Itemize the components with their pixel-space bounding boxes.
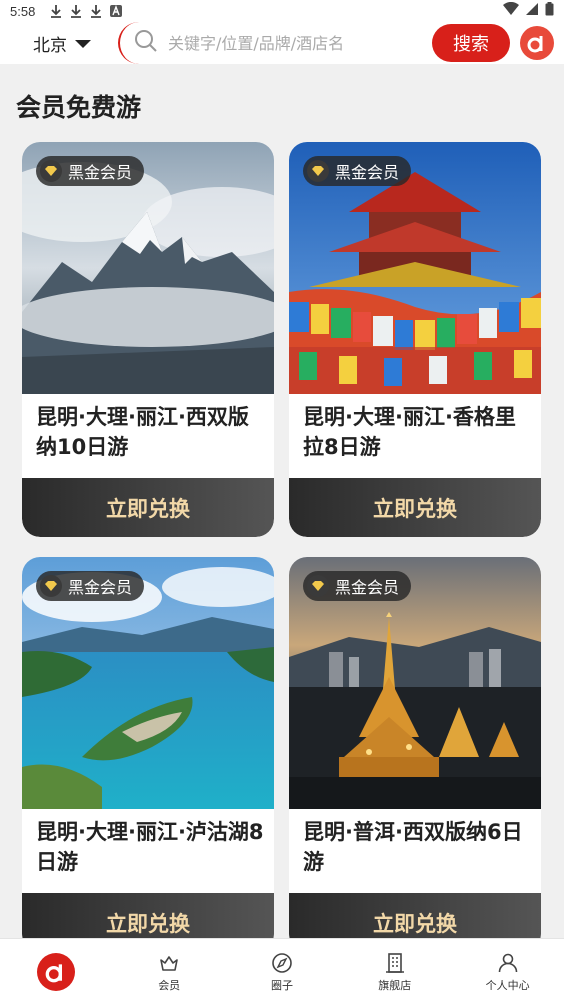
- wifi-icon: [503, 1, 519, 20]
- compass-icon: [270, 951, 294, 975]
- crown-icon: [157, 951, 181, 975]
- product-card[interactable]: 黑金会员 昆明·大理·丽江·西双版纳10日游 立即兑换: [22, 142, 274, 537]
- member-badge: 黑金会员: [303, 571, 412, 601]
- product-card[interactable]: 黑金会员 昆明·大理·丽江·泸沽湖8日游 立即兑换: [22, 557, 274, 938]
- tab-member[interactable]: 会员: [113, 939, 226, 1004]
- card-title: 昆明·大理·丽江·香格里拉8日游: [303, 405, 516, 459]
- battery-icon: [545, 2, 554, 20]
- member-badge: 黑金会员: [36, 571, 145, 601]
- redeem-button[interactable]: 立即兑换: [289, 478, 541, 537]
- tab-label: 旗舰店: [378, 978, 412, 992]
- product-grid: 黑金会员 昆明·大理·丽江·西双版纳10日游 立即兑换 黑金会员 昆明·大理·丽…: [22, 142, 542, 938]
- badge-label: 黑金会员: [335, 578, 400, 597]
- signal-icon: [525, 2, 539, 20]
- gem-icon: [40, 160, 62, 182]
- section-title: 会员免费游: [16, 93, 142, 122]
- notification-a-icon: [109, 4, 123, 18]
- member-badge: 黑金会员: [36, 156, 145, 186]
- tab-circle[interactable]: 圈子: [226, 939, 339, 1004]
- bottom-tab-bar: 会员 圈子 旗舰店 个人中心: [0, 938, 564, 1004]
- city-selector[interactable]: 北京: [33, 31, 91, 56]
- card-title: 昆明·普洱·西双版纳6日游: [303, 820, 523, 874]
- gem-icon: [307, 575, 329, 597]
- home-logo-icon: [37, 952, 76, 991]
- search-input[interactable]: [168, 33, 428, 53]
- tab-profile[interactable]: 个人中心: [451, 939, 564, 1004]
- tab-label: 会员: [158, 978, 181, 992]
- badge-label: 黑金会员: [68, 578, 133, 597]
- app-logo-icon[interactable]: [520, 26, 554, 60]
- search-button[interactable]: 搜索: [432, 24, 510, 62]
- tab-label: 圈子: [270, 978, 293, 992]
- download-icon: [89, 4, 103, 18]
- redeem-button[interactable]: 立即兑换: [289, 893, 541, 938]
- badge-label: 黑金会员: [335, 163, 400, 182]
- tab-label: 个人中心: [485, 978, 530, 992]
- person-icon: [496, 951, 520, 975]
- status-time: 5:58: [10, 3, 36, 19]
- card-title: 昆明·大理·丽江·泸沽湖8日游: [36, 820, 264, 874]
- caret-down-icon: [75, 40, 91, 48]
- status-bar: 5:58: [0, 0, 564, 22]
- redeem-button[interactable]: 立即兑换: [22, 478, 274, 537]
- tab-flagship[interactable]: 旗舰店: [338, 939, 451, 1004]
- product-card[interactable]: 黑金会员 昆明·普洱·西双版纳6日游 立即兑换: [289, 557, 541, 938]
- city-label: 北京: [33, 35, 67, 56]
- product-card[interactable]: 黑金会员 昆明·大理·丽江·香格里拉8日游 立即兑换: [289, 142, 541, 537]
- search-icon: [134, 29, 158, 57]
- gem-icon: [307, 160, 329, 182]
- download-icon: [69, 4, 83, 18]
- card-title: 昆明·大理·丽江·西双版纳10日游: [36, 405, 249, 459]
- badge-label: 黑金会员: [68, 163, 133, 182]
- redeem-button[interactable]: 立即兑换: [22, 893, 274, 938]
- member-badge: 黑金会员: [303, 156, 412, 186]
- top-bar: 北京 搜索: [0, 22, 564, 64]
- gem-icon: [40, 575, 62, 597]
- building-icon: [383, 951, 407, 975]
- download-icon: [49, 4, 63, 18]
- tab-home[interactable]: [0, 939, 113, 1004]
